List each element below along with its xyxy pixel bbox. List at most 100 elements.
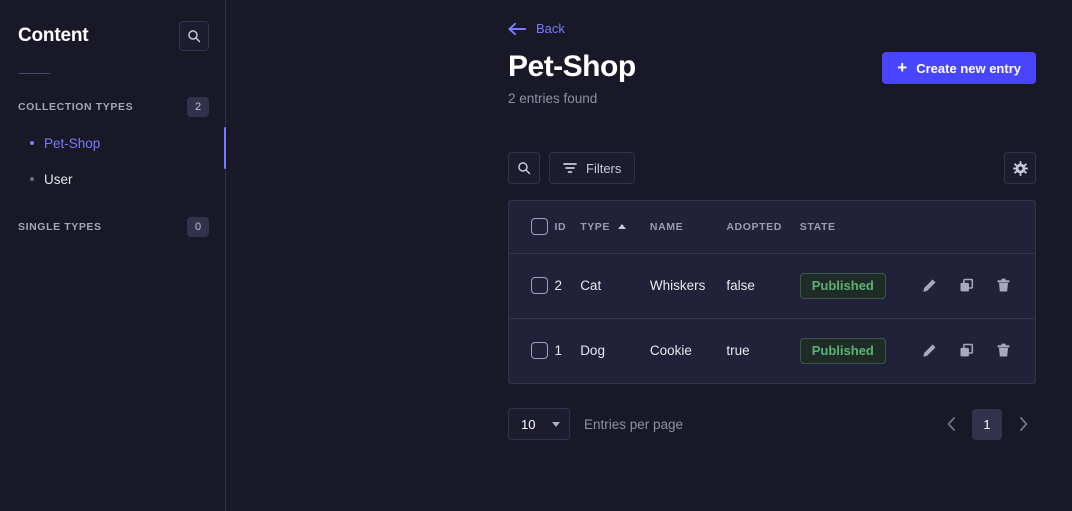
pagination-bar: 10 Entries per page 1 <box>508 408 1036 440</box>
arrow-left-icon <box>508 22 527 35</box>
previous-page-button[interactable] <box>938 409 964 439</box>
duplicate-button[interactable] <box>959 278 974 293</box>
duplicate-icon <box>960 278 974 292</box>
sidebar-item-label: Pet-Shop <box>44 135 101 151</box>
sidebar-item-user[interactable]: User <box>0 166 225 192</box>
duplicate-icon <box>960 344 974 357</box>
delete-icon <box>997 343 1010 357</box>
chevron-down-icon <box>552 421 560 427</box>
sidebar-item-label: User <box>44 171 73 187</box>
entries-per-page-label: Entries per page <box>584 416 684 432</box>
header-name[interactable]: NAME <box>649 201 727 254</box>
header-type[interactable]: TYPE <box>580 201 650 254</box>
duplicate-button[interactable] <box>959 343 974 358</box>
edit-icon <box>923 279 936 292</box>
search-icon <box>518 162 531 175</box>
header-id-label: ID <box>554 220 567 233</box>
header-name-label: NAME <box>649 220 684 233</box>
entries-found-text: 2 entries found <box>508 91 598 106</box>
search-icon <box>188 30 201 43</box>
entries-table-card: ID TYPE NAME ADOPTED STATE 2 Cat Whisker… <box>508 200 1036 384</box>
create-new-entry-label: Create new entry <box>916 60 1021 76</box>
edit-button[interactable] <box>922 343 937 358</box>
cell-adopted: true <box>726 343 750 359</box>
filters-label: Filters <box>586 160 622 176</box>
header-actions <box>922 201 1035 254</box>
table-row[interactable]: 1 Dog Cookie true Published <box>509 318 1035 383</box>
table-search-button[interactable] <box>508 152 540 184</box>
entries-per-page-value: 10 <box>521 416 536 432</box>
cell-state: Published <box>799 318 922 383</box>
header-adopted-label: ADOPTED <box>726 220 782 233</box>
table-row[interactable]: 2 Cat Whiskers false Published <box>509 253 1035 319</box>
row-checkbox[interactable] <box>531 342 548 360</box>
sidebar-section-single-types: SINGLE TYPES 0 <box>0 216 225 238</box>
select-all-checkbox[interactable] <box>531 218 548 236</box>
delete-button[interactable] <box>996 278 1011 293</box>
sort-ascending-icon <box>618 224 627 230</box>
sidebar-item-pet-shop[interactable]: Pet-Shop <box>0 130 225 156</box>
cell-id: 1 <box>554 343 563 359</box>
cell-state: Published <box>799 253 922 319</box>
filter-toolbar: Filters <box>508 152 1036 184</box>
cell-actions <box>922 318 1035 383</box>
header-state-label: STATE <box>799 220 836 233</box>
edit-button[interactable] <box>922 278 937 293</box>
section-count-badge: 0 <box>187 217 209 237</box>
sidebar-divider <box>18 73 50 74</box>
entries-table: ID TYPE NAME ADOPTED STATE 2 Cat Whisker… <box>509 201 1035 383</box>
header-state[interactable]: STATE <box>799 201 922 254</box>
create-new-entry-button[interactable]: + Create new entry <box>882 52 1036 84</box>
table-body: 2 Cat Whiskers false Published 1 Dog Coo… <box>509 253 1035 383</box>
cell-type: Dog <box>580 343 605 359</box>
cell-actions <box>922 253 1035 319</box>
edit-icon <box>923 344 936 357</box>
app-root: Content COLLECTION TYPES 2 Pet-Shop User… <box>0 0 1072 511</box>
header-id[interactable]: ID <box>554 201 581 254</box>
nav-list-collection-types: Pet-Shop User <box>0 130 225 192</box>
section-header-single-types: SINGLE TYPES 0 <box>0 216 225 238</box>
chevron-right-icon <box>1019 417 1027 431</box>
section-label: SINGLE TYPES <box>18 221 102 233</box>
table-settings-button[interactable] <box>1004 152 1036 184</box>
sidebar-header: Content <box>0 0 225 56</box>
header-adopted[interactable]: ADOPTED <box>726 201 800 254</box>
delete-button[interactable] <box>996 343 1011 358</box>
header-select-all <box>509 201 555 254</box>
status-badge: Published <box>799 272 886 299</box>
cell-select <box>509 253 555 319</box>
sidebar: Content COLLECTION TYPES 2 Pet-Shop User… <box>0 0 227 511</box>
table-head: ID TYPE NAME ADOPTED STATE <box>509 201 1035 254</box>
back-link[interactable]: Back <box>508 21 565 36</box>
filter-icon <box>563 163 577 173</box>
page-title: Pet-Shop <box>508 50 636 83</box>
pagination-controls: 1 <box>938 408 1036 440</box>
section-count-badge: 2 <box>187 97 209 117</box>
next-page-button[interactable] <box>1010 409 1036 439</box>
status-badge: Published <box>799 337 886 364</box>
bullet-icon <box>30 177 34 181</box>
chevron-left-icon <box>947 417 955 431</box>
main-content: Back Pet-Shop 2 entries found + Create n… <box>226 0 1072 511</box>
row-checkbox[interactable] <box>531 277 548 294</box>
back-label: Back <box>536 21 565 36</box>
bullet-icon <box>30 141 34 145</box>
plus-icon: + <box>897 58 908 77</box>
cell-name: Whiskers <box>649 253 727 319</box>
page-number-1[interactable]: 1 <box>972 408 1002 440</box>
cell-name: Cookie <box>649 343 692 359</box>
row-action-group <box>922 343 1035 358</box>
gear-icon <box>1012 160 1028 176</box>
cell-id: 2 <box>554 253 581 319</box>
delete-icon <box>997 278 1010 292</box>
section-header-collection-types: COLLECTION TYPES 2 <box>0 96 225 118</box>
section-label: COLLECTION TYPES <box>18 101 134 113</box>
filters-button[interactable]: Filters <box>549 152 636 184</box>
cell-select <box>509 318 555 383</box>
table-header-row: ID TYPE NAME ADOPTED STATE <box>509 201 1035 254</box>
row-action-group <box>922 278 1035 293</box>
sidebar-search-button[interactable] <box>179 21 209 51</box>
sidebar-title: Content <box>18 25 89 46</box>
entries-per-page-select[interactable]: 10 <box>508 408 570 440</box>
cell-adopted: false <box>726 253 800 319</box>
